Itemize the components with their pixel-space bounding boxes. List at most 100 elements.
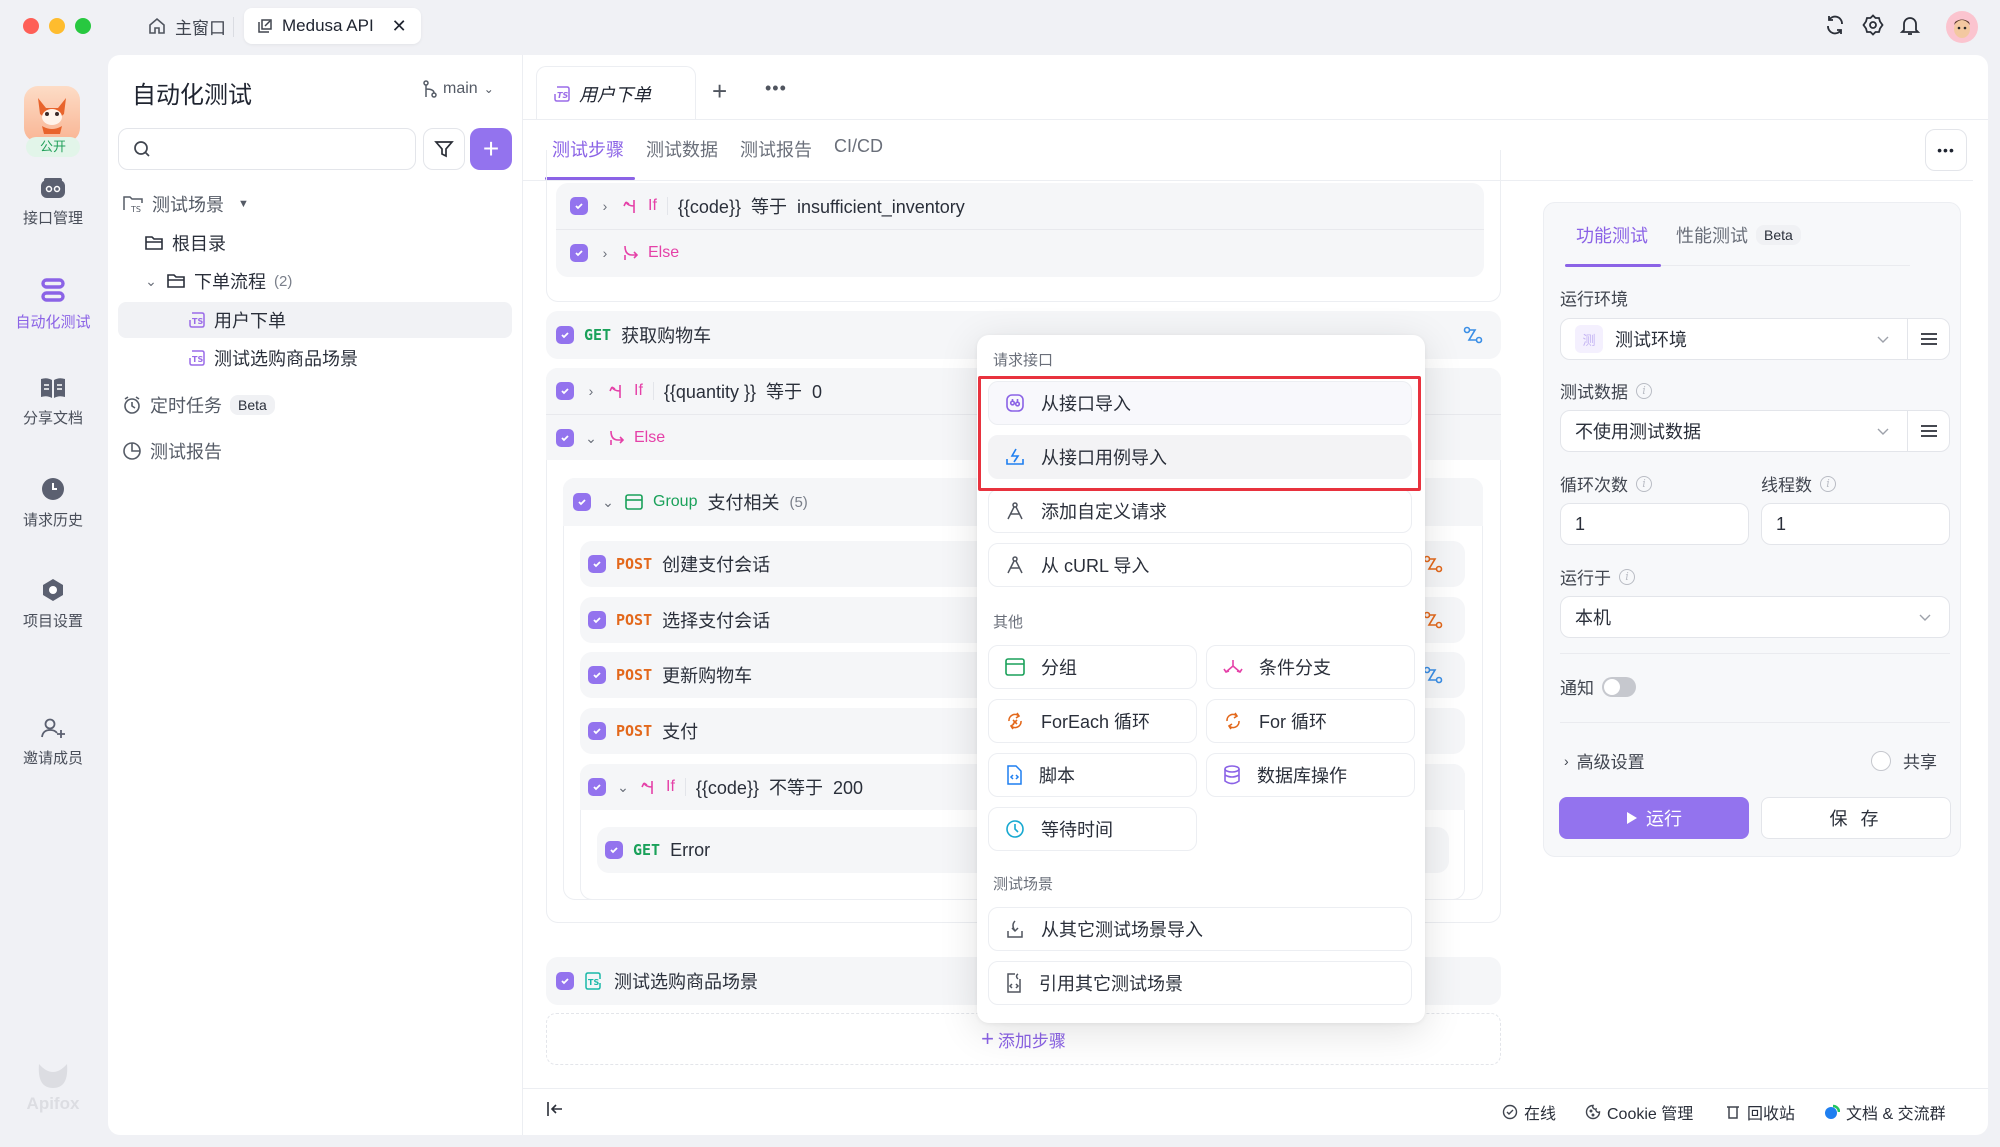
menu-item-wait[interactable]: 等待时间 (988, 807, 1197, 851)
close-icon[interactable]: ✕ (392, 16, 407, 37)
menu-item-for-loop[interactable]: For 循环 (1206, 699, 1415, 743)
project-logo[interactable] (24, 86, 80, 142)
user-avatar[interactable] (1946, 11, 1978, 43)
chevron-down-icon[interactable]: ⌄ (144, 273, 158, 290)
chevron-down-icon[interactable]: ⌄ (584, 430, 598, 447)
menu-item-database[interactable]: 数据库操作 (1206, 753, 1415, 797)
step-else[interactable]: › Else (556, 230, 1484, 276)
chevron-down-icon[interactable]: ⌄ (616, 779, 630, 796)
run-on-select[interactable]: 本机 (1560, 596, 1950, 638)
step-checkbox[interactable] (556, 326, 574, 344)
doc-tab-active[interactable]: TS 用户下单 (536, 66, 696, 120)
search-input[interactable] (118, 128, 416, 170)
ts-scenario-icon: TS (188, 311, 206, 329)
menu-item-foreach[interactable]: ForEach 循环 (988, 699, 1197, 743)
env-manage-button[interactable] (1907, 318, 1949, 360)
step-checkbox[interactable] (570, 197, 588, 215)
tree-section-scenarios[interactable]: TS 测试场景 ▼ (122, 186, 249, 222)
rail-item-automation[interactable]: 自动化测试 (0, 277, 106, 332)
info-icon[interactable]: i (1636, 382, 1652, 399)
rail-item-api-management[interactable]: 接口管理 (0, 177, 106, 228)
rail-item-project-settings[interactable]: 项目设置 (0, 578, 106, 631)
plus-icon: + (981, 1026, 994, 1051)
status-cookie[interactable]: Cookie 管理 (1585, 1100, 1693, 1124)
step-checkbox[interactable] (588, 611, 606, 629)
save-button[interactable]: 保 存 (1761, 797, 1951, 839)
branch-selector[interactable]: main ⌄ (423, 80, 494, 98)
link-api-icon[interactable] (1463, 326, 1483, 344)
info-icon[interactable]: i (1619, 568, 1635, 585)
menu-item-import-curl[interactable]: 从 cURL 导入 (988, 543, 1412, 587)
status-online[interactable]: 在线 (1502, 1100, 1556, 1124)
settings-icon[interactable] (1861, 13, 1885, 37)
status-trash[interactable]: 回收站 (1725, 1100, 1795, 1124)
tree-section-reports[interactable]: 测试报告 (122, 433, 222, 469)
step-checkbox[interactable] (556, 429, 574, 447)
menu-item-group[interactable]: 分组 (988, 645, 1197, 689)
status-docs[interactable]: 文档 & 交流群 (1824, 1100, 1946, 1124)
brand-label: Apifox (26, 1094, 80, 1113)
loops-input[interactable]: 1 (1560, 503, 1749, 545)
window-maximize-button[interactable] (75, 18, 91, 34)
step-checkbox[interactable] (588, 722, 606, 740)
link-api-icon[interactable] (1423, 555, 1443, 573)
menu-item-import-scenario[interactable]: 从其它测试场景导入 (988, 907, 1412, 951)
step-checkbox[interactable] (570, 244, 588, 262)
add-button[interactable]: + (470, 128, 512, 170)
tree-item-scenario[interactable]: TS 用户下单 (188, 302, 286, 338)
step-checkbox[interactable] (573, 493, 591, 511)
menu-item-custom-request[interactable]: 添加自定义请求 (988, 489, 1412, 533)
window-minimize-button[interactable] (49, 18, 65, 34)
chevron-down-icon[interactable]: ⌄ (601, 494, 615, 511)
window-close-button[interactable] (23, 18, 39, 34)
link-api-icon[interactable] (1423, 611, 1443, 629)
advanced-settings-toggle[interactable]: › 高级设置 (1564, 748, 1645, 773)
new-tab-button[interactable]: + (712, 76, 727, 107)
step-checkbox[interactable] (556, 972, 574, 990)
tab-more-button[interactable]: ••• (765, 78, 787, 99)
run-button[interactable]: 运行 (1559, 797, 1749, 839)
chevron-right-icon[interactable]: › (584, 383, 598, 399)
chevron-right-icon[interactable]: › (598, 245, 612, 261)
step-checkbox[interactable] (588, 555, 606, 573)
step-if[interactable]: › If {{code}} 等于 insufficient_inventory (556, 183, 1484, 229)
tab-divider (523, 119, 1988, 120)
share-option[interactable]: 共享 (1871, 748, 1937, 773)
tree-item-scenario[interactable]: TS 测试选购商品场景 (188, 340, 358, 376)
menu-item-reference-scenario[interactable]: 引用其它测试场景 (988, 961, 1412, 1005)
threads-input[interactable]: 1 (1761, 503, 1950, 545)
rail-item-shared-docs[interactable]: 分享文档 (0, 377, 106, 428)
notify-toggle[interactable] (1602, 676, 1636, 697)
step-checkbox[interactable] (588, 666, 606, 684)
menu-item-condition[interactable]: 条件分支 (1206, 645, 1415, 689)
test-data-manage-button[interactable] (1907, 410, 1949, 452)
filter-button[interactable] (423, 128, 465, 170)
public-badge: 公开 (26, 137, 80, 157)
menu-section-request: 请求接口 (993, 352, 1054, 369)
info-icon[interactable]: i (1636, 475, 1652, 492)
env-select[interactable]: 测 测试环境 (1560, 318, 1950, 360)
chevron-right-icon[interactable]: › (598, 198, 612, 214)
tree-section-scheduled[interactable]: 定时任务 Beta (122, 387, 275, 423)
bell-icon[interactable] (1898, 13, 1922, 37)
ts-scenario-icon: TS (553, 85, 571, 103)
menu-item-script[interactable]: 脚本 (988, 753, 1197, 797)
collapse-sidebar-icon[interactable] (546, 1100, 564, 1118)
test-data-select[interactable]: 不使用测试数据 (1560, 410, 1950, 452)
step-checkbox[interactable] (588, 778, 606, 796)
tab-functional-test[interactable]: 功能测试 (1576, 222, 1648, 248)
rail-item-request-history[interactable]: 请求历史 (0, 477, 106, 530)
step-checkbox[interactable] (605, 841, 623, 859)
rail-item-invite-members[interactable]: 邀请成员 (0, 717, 106, 768)
share-checkbox[interactable] (1871, 750, 1891, 771)
tab-performance-test[interactable]: 性能测试 Beta (1676, 222, 1801, 248)
step-checkbox[interactable] (556, 382, 574, 400)
tree-item-folder[interactable]: ⌄ 下单流程 (2) (144, 263, 292, 299)
refresh-icon[interactable] (1823, 13, 1847, 37)
window-tab-project[interactable]: Medusa API ✕ (244, 8, 421, 44)
tree-item-root[interactable]: 根目录 (144, 225, 226, 261)
link-api-icon[interactable] (1423, 666, 1443, 684)
info-icon[interactable]: i (1820, 475, 1836, 492)
more-options-button[interactable]: ••• (1925, 129, 1967, 171)
window-tab-home[interactable]: 主窗口 (135, 8, 238, 44)
